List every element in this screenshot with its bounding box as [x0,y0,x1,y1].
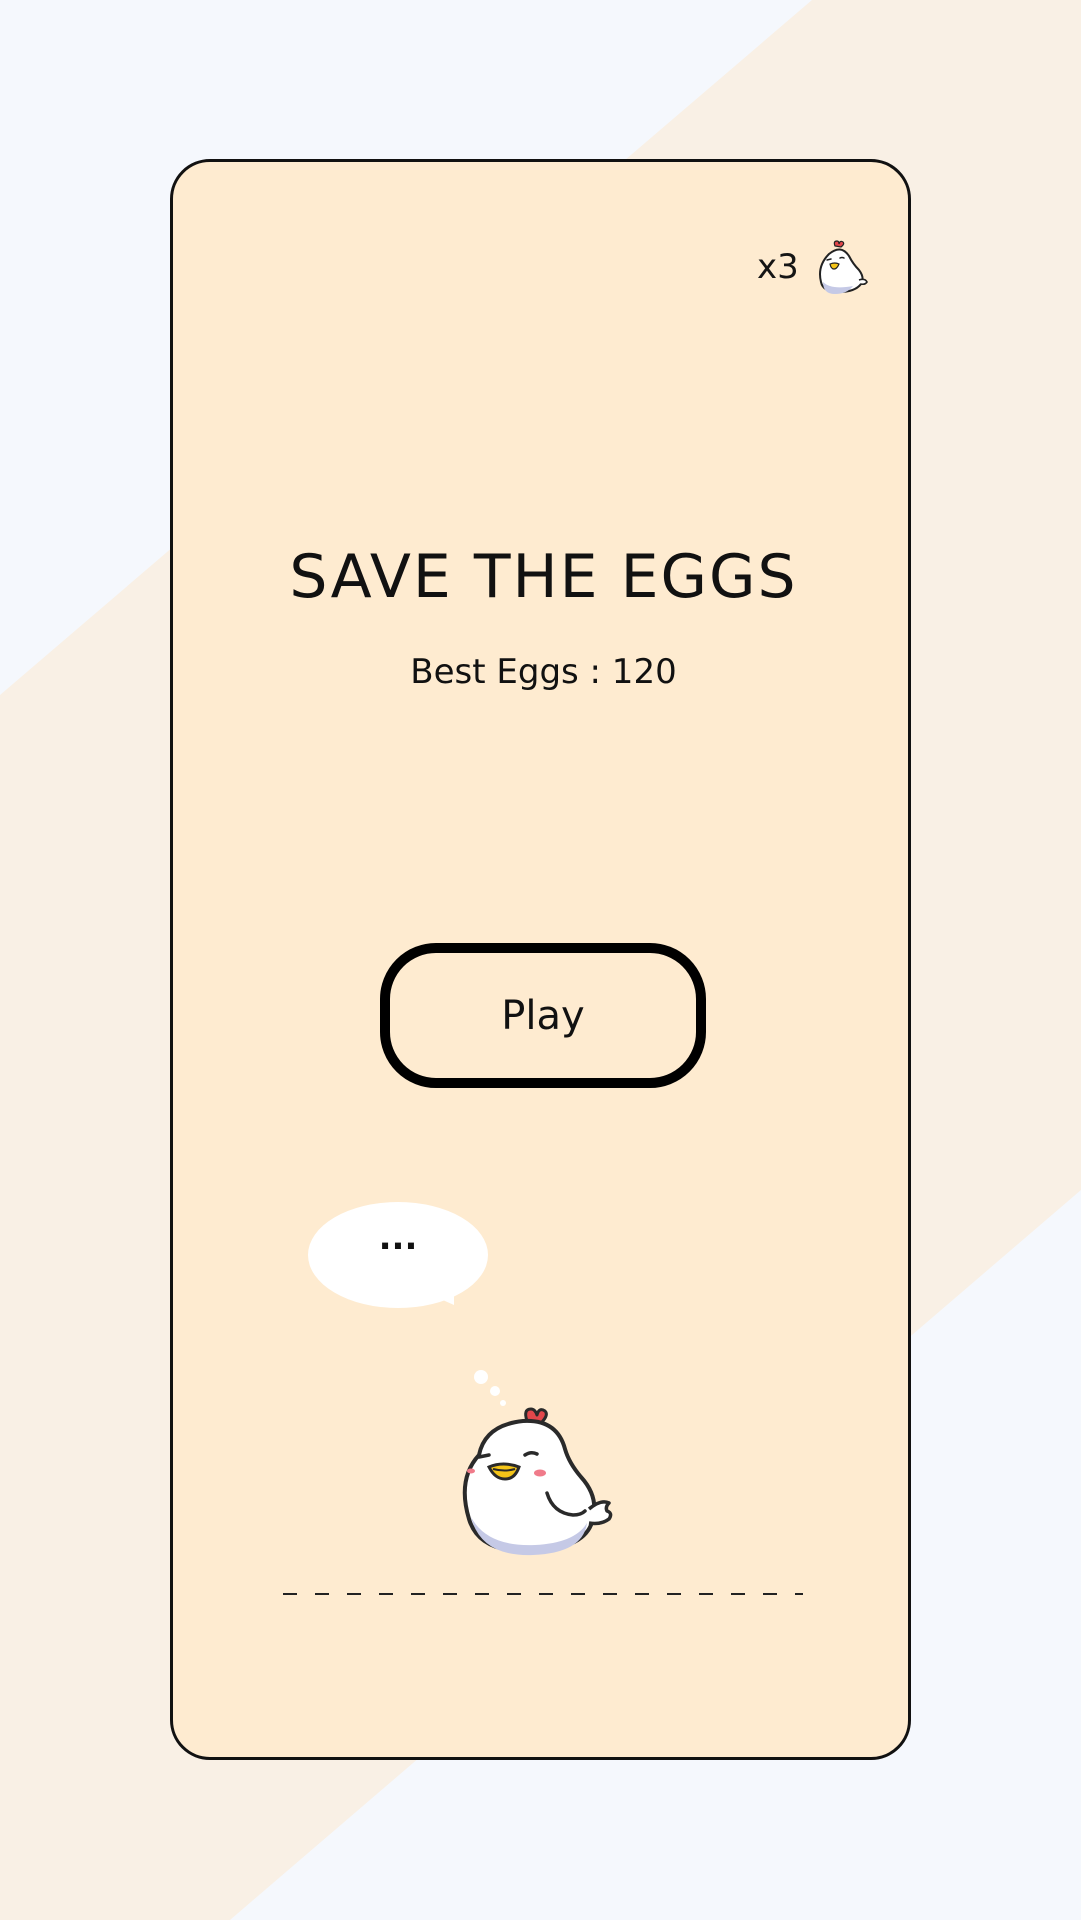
lives-counter: x3 [757,232,877,302]
chicken-icon [819,240,868,294]
thought-dot-large [474,1370,488,1384]
game-card: x3 SAVE THE EGGS Best Eggs : 120 Play ..… [170,159,911,1760]
ground-dashed-line [283,1593,803,1595]
thought-bubble-text: ... [378,1218,418,1258]
best-score: Best Eggs : 120 [410,652,677,692]
lives-count: x3 [757,247,799,287]
thought-dot-small [500,1400,506,1406]
chicken-character [462,1370,613,1556]
thought-dot-medium [490,1386,500,1396]
play-button[interactable]: Play [380,943,706,1088]
game-title: SAVE THE EGGS [289,542,798,612]
